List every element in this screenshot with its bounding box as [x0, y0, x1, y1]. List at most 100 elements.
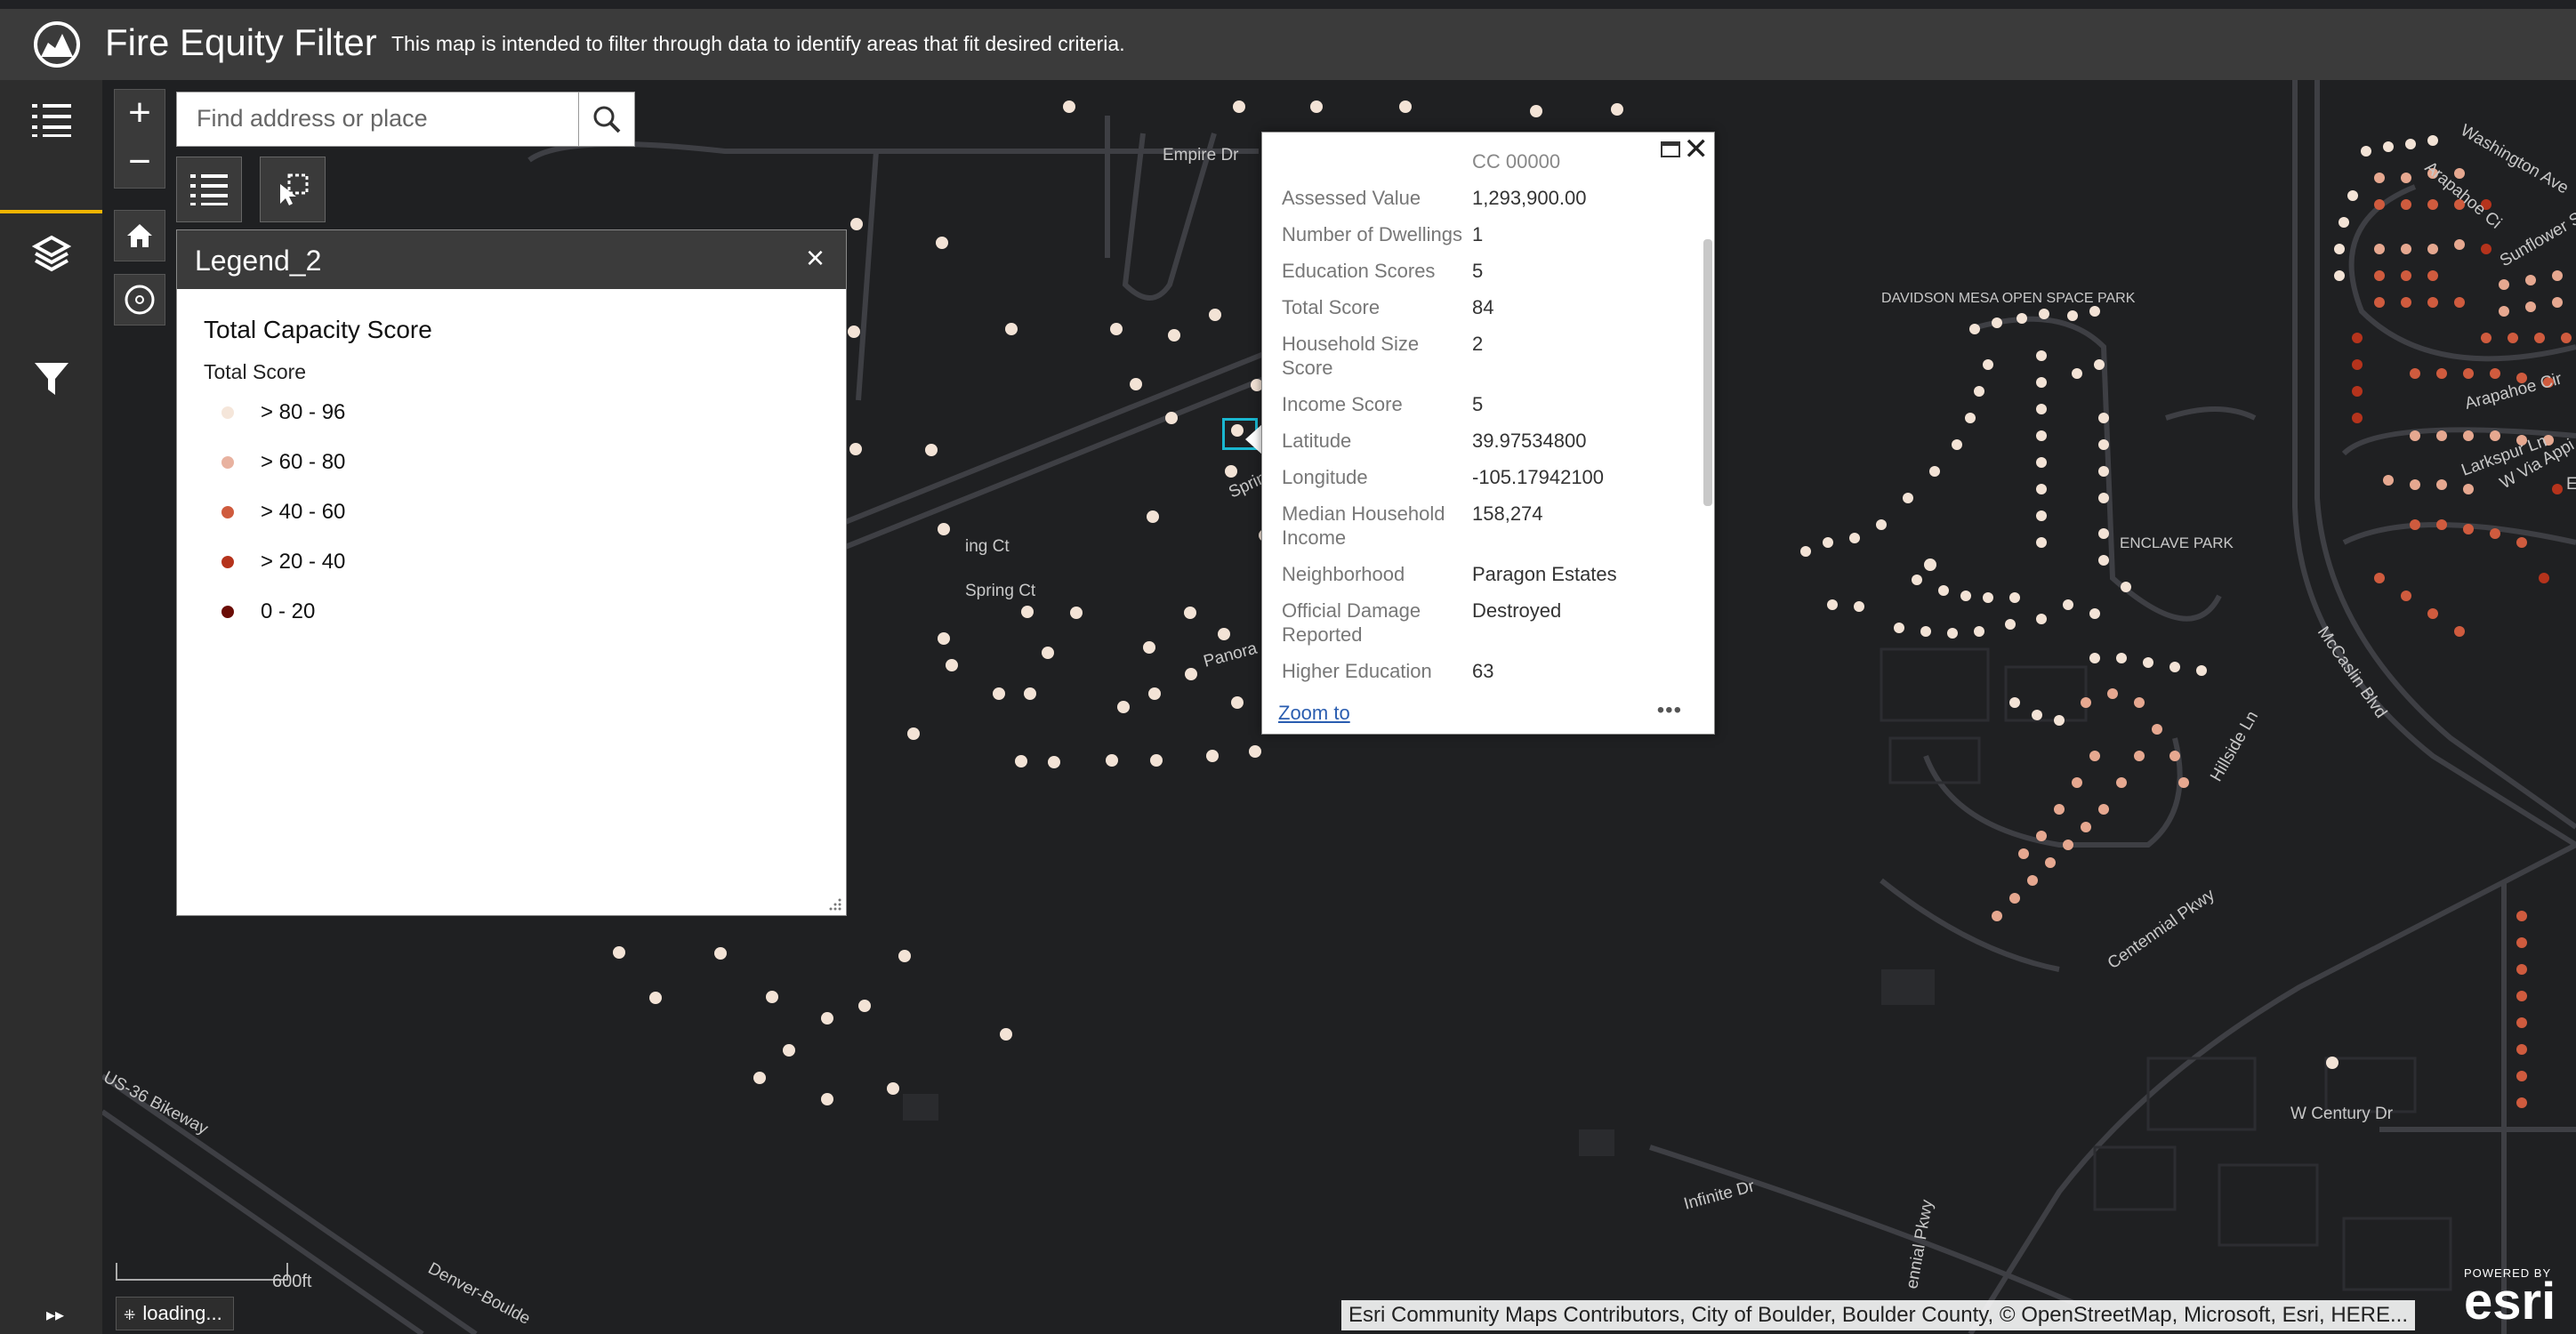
popup-row: Number of Dwellings 1: [1282, 222, 1691, 246]
popup-row: Longitude -105.17942100: [1282, 465, 1691, 489]
map-label-hillside: Hillside Ln: [2207, 708, 2262, 784]
legend-item-label: > 40 - 60: [261, 500, 346, 524]
list-icon: [190, 174, 228, 205]
resize-handle-icon[interactable]: [828, 897, 842, 912]
map-label-mccaslin: McCaslin Blvd: [2314, 623, 2390, 722]
zoom-to-link[interactable]: Zoom to: [1278, 702, 1350, 725]
legend-close-button[interactable]: ×: [806, 239, 825, 277]
sidebar-item-layers[interactable]: [0, 210, 102, 293]
search-input[interactable]: [177, 92, 568, 144]
popup-row: Assessed Value 1,293,900.00: [1282, 186, 1691, 210]
select-tool-button[interactable]: [260, 157, 326, 222]
legend-panel-title: Legend_2: [195, 245, 322, 277]
popup-field-value: Paragon Estates: [1472, 563, 1617, 585]
map-label-arapahoe: Arapahoe Cir: [2463, 369, 2564, 413]
zoom-control: + −: [114, 89, 165, 189]
popup-row: Education Scores 5: [1282, 259, 1691, 283]
scale-label: 600ft: [272, 1272, 312, 1291]
zoom-out-button[interactable]: −: [115, 139, 165, 188]
legend-panel: Legend_2 × Total Capacity Score Total Sc…: [176, 229, 847, 916]
home-button[interactable]: [114, 210, 165, 261]
popup-field-value: 5: [1472, 260, 1484, 282]
popup-field-label: Assessed Value: [1282, 187, 1421, 209]
legend-item: > 80 - 96: [204, 388, 819, 438]
map-label-washington: Washington Ave: [2458, 121, 2572, 197]
legend-item-label: 0 - 20: [261, 599, 316, 623]
maximize-icon[interactable]: [1661, 141, 1680, 157]
legend-swatch: [221, 556, 234, 568]
search-box: [176, 92, 635, 147]
legend-swatch: [221, 456, 234, 469]
popup-row: Official Damage Reported Destroyed: [1282, 599, 1691, 647]
popup-field-value: 158,274: [1472, 502, 1543, 525]
sidebar-item-filter[interactable]: [0, 338, 102, 418]
legend-item-label: > 20 - 40: [261, 550, 346, 574]
legend-item-label: > 80 - 96: [261, 400, 346, 424]
legend-swatch: [221, 506, 234, 518]
legend-item: 0 - 20: [204, 587, 819, 637]
popup-row: Neighborhood Paragon Estates: [1282, 562, 1691, 586]
popup-field-value: 5: [1472, 393, 1484, 415]
popup-field-label: Official Damage Reported: [1282, 599, 1421, 646]
popup-close-button[interactable]: ✕: [1684, 133, 1710, 166]
app-logo-icon: [34, 21, 80, 68]
scale-bar: [116, 1263, 288, 1281]
sidebar-item-list[interactable]: [0, 80, 102, 160]
map-label-spring-ct: Spring Ct: [965, 582, 1036, 600]
loading-text: loading...: [142, 1302, 222, 1324]
popup-row: Total Score 84: [1282, 295, 1691, 319]
map-label-arapahoe-2: Arapahoe Ci: [2421, 158, 2505, 233]
search-button[interactable]: [578, 92, 634, 146]
popup-field-label: Total Score: [1282, 296, 1381, 318]
popup-attributes: Assessed Value 1,293,900.00 Number of Dwe…: [1282, 186, 1691, 695]
search-icon: [593, 106, 621, 133]
expand-sidebar-button[interactable]: ▸▸: [46, 1304, 64, 1326]
popup-field-value: 39.97534800: [1472, 430, 1587, 452]
esri-logo: POWERED BY esri: [2464, 1266, 2556, 1330]
legend-header: Legend_2 ×: [177, 230, 846, 289]
map-label-eldorado: Eldorado Ln: [2566, 475, 2576, 494]
popup-header: CC 00000 ✕: [1262, 133, 1714, 173]
popup-row: Higher Education 63: [1282, 659, 1691, 683]
legend-toggle-button[interactable]: [176, 157, 242, 222]
map-attribution: Esri Community Maps Contributors, City o…: [1341, 1300, 2415, 1330]
popup-field-value: 63: [1472, 660, 1494, 682]
map-label-panorama: Panora: [1202, 639, 1260, 671]
popup-scrollbar[interactable]: [1703, 239, 1712, 506]
more-actions-button[interactable]: •••: [1657, 698, 1682, 723]
popup-field-label: Income Score: [1282, 393, 1403, 415]
popup-field-value: 2: [1472, 333, 1484, 355]
zoom-in-button[interactable]: +: [115, 90, 165, 139]
popup-field-label: Neighborhood: [1282, 563, 1405, 585]
map-label-empire-dr: Empire Dr: [1163, 146, 1239, 165]
legend-item: > 40 - 60: [204, 487, 819, 537]
popup-row: Income Score 5: [1282, 392, 1691, 416]
map-label-spring-ct-partial: ing Ct: [965, 537, 1010, 556]
legend-swatch: [221, 606, 234, 618]
locate-icon: [125, 285, 155, 315]
map-label-sunflower: Sunflower St: [2497, 206, 2576, 270]
layers-icon: [31, 235, 71, 272]
popup-row: Household Size Score 2: [1282, 332, 1691, 380]
select-cursor-icon: [280, 173, 309, 205]
locate-button[interactable]: [114, 274, 165, 325]
popup-field-value: 1: [1472, 223, 1484, 245]
popup-field-value: -105.17942100: [1472, 466, 1605, 488]
legend-item-label: > 60 - 80: [261, 450, 346, 474]
legend-field-label: Total Score: [204, 360, 307, 383]
loading-indicator: ⁜ loading...: [116, 1297, 234, 1330]
app-title: Fire Equity Filter: [105, 21, 377, 63]
esri-wordmark: esri: [2464, 1273, 2556, 1330]
popup-field-value: 84: [1472, 296, 1494, 318]
popup-field-label: Longitude: [1282, 466, 1368, 488]
app-subtitle: This map is intended to filter through d…: [391, 32, 1125, 55]
crosshair-icon: ⁜: [124, 1308, 136, 1323]
legend-layer-title: Total Capacity Score: [204, 316, 432, 343]
map-label-infinite: Infinite Dr: [1682, 1177, 1758, 1214]
popup-field-value: 1,293,900.00: [1472, 187, 1587, 209]
legend-swatch: [221, 406, 234, 419]
map-label-w-century: W Century Dr: [2290, 1105, 2394, 1123]
map-label-us36: US-36 Bikeway: [102, 1068, 212, 1139]
home-icon: [127, 224, 152, 247]
popup-pointer: [1245, 423, 1263, 455]
